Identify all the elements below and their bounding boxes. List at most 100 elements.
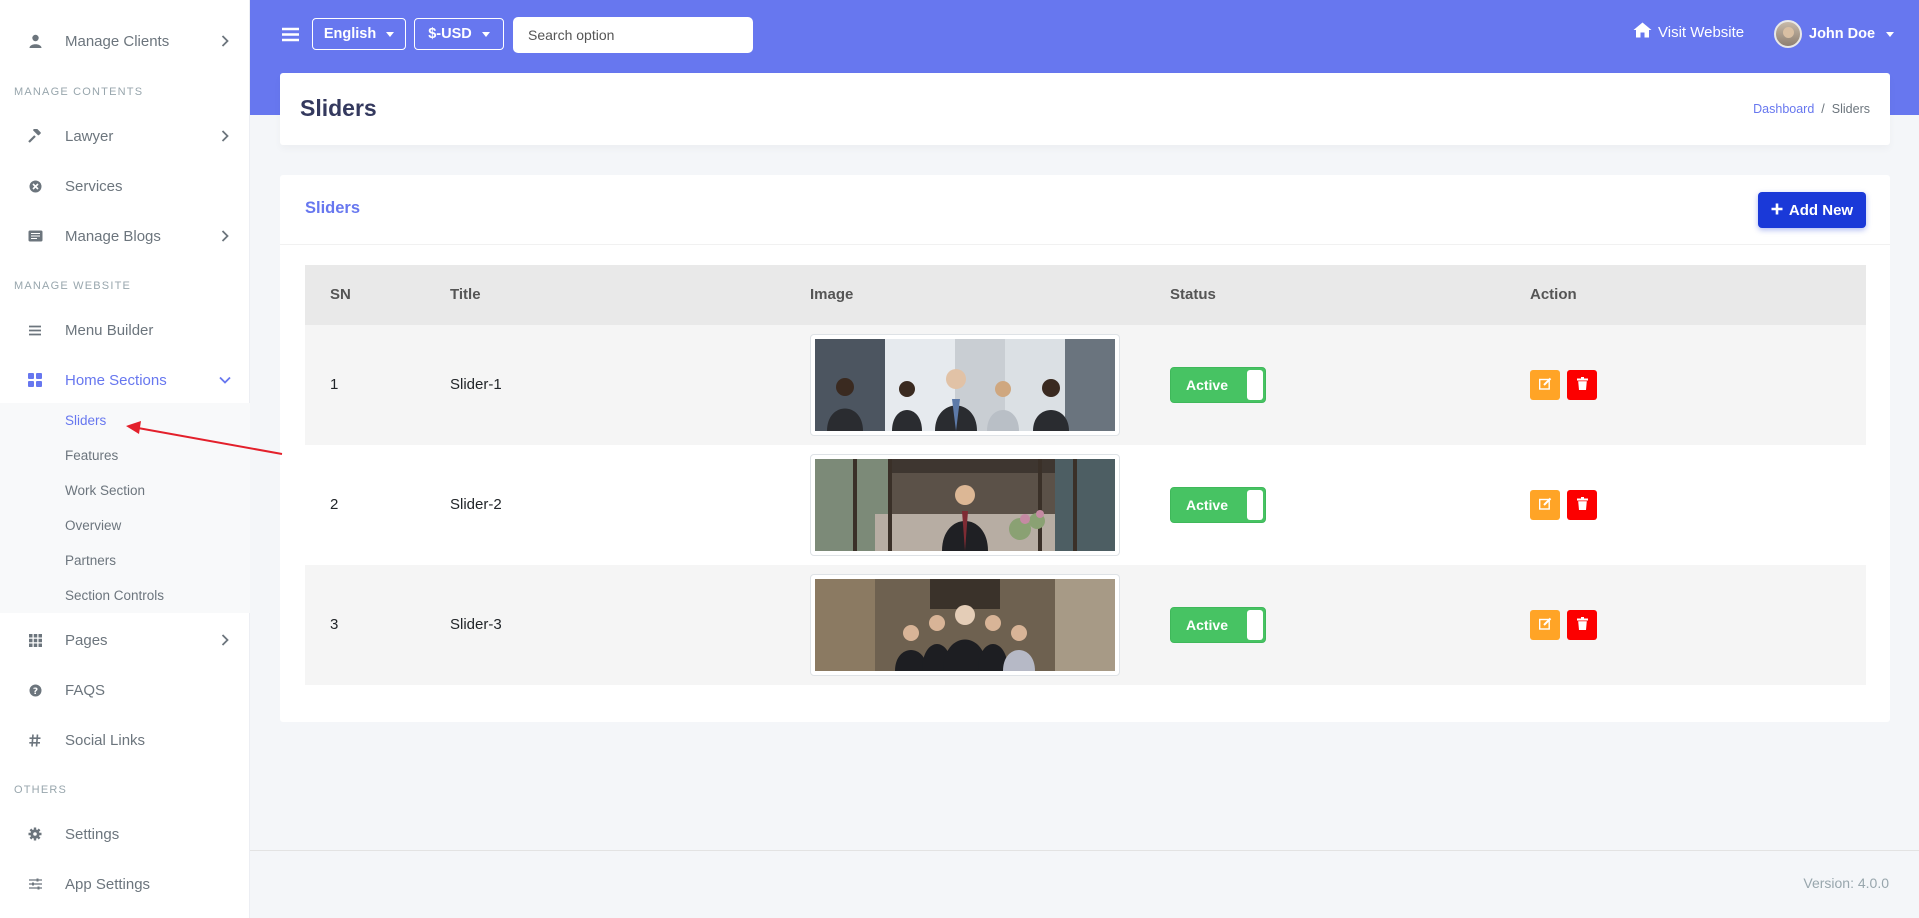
trash-icon <box>1576 376 1588 394</box>
sidebar-item-label: Menu Builder <box>65 321 154 339</box>
home-sections-submenu: Sliders Features Work Section Overview P… <box>0 403 250 613</box>
sidebar-item-manage-blogs[interactable]: Manage Blogs <box>0 214 250 258</box>
user-icon <box>26 32 44 50</box>
edit-button[interactable] <box>1530 610 1560 640</box>
card-title: Sliders <box>305 199 361 217</box>
sidebar-item-social-links[interactable]: Social Links <box>0 718 250 762</box>
sidebar-item-home-sections[interactable]: Home Sections <box>0 358 250 402</box>
sidebar-item-label: Services <box>65 177 123 195</box>
sidebar-subitem-section-controls[interactable]: Section Controls <box>65 588 164 603</box>
sidebar-item-lawyer[interactable]: Lawyer <box>0 114 250 158</box>
breadcrumb-dashboard-link[interactable]: Dashboard <box>1753 102 1814 116</box>
sidebar-item-label: Social Links <box>65 731 146 749</box>
breadcrumb: Dashboard / Sliders <box>1753 102 1870 116</box>
sidebar-item-menu-builder[interactable]: Menu Builder <box>0 308 250 352</box>
cell-title: Slider-3 <box>450 616 502 633</box>
gear-icon <box>26 825 44 843</box>
cell-title: Slider-1 <box>450 376 502 393</box>
sidebar-subitem-work-section[interactable]: Work Section <box>65 483 145 498</box>
sidebar-item-faqs[interactable]: ? FAQS <box>0 668 250 712</box>
sidebar-item-pages[interactable]: Pages <box>0 618 250 662</box>
sidebar-item-label: Pages <box>65 631 108 649</box>
column-header-action: Action <box>1530 286 1577 303</box>
sidebar-item-label: Home Sections <box>65 371 167 389</box>
th-icon <box>26 631 44 649</box>
column-header-status: Status <box>1170 286 1216 303</box>
status-toggle[interactable]: Active <box>1170 367 1266 403</box>
column-header-image: Image <box>810 286 854 303</box>
add-new-label: Add New <box>1788 201 1854 219</box>
delete-button[interactable] <box>1567 370 1597 400</box>
currency-dropdown[interactable]: $-USD <box>414 18 504 50</box>
sidebar-item-app-settings[interactable]: App Settings <box>0 862 250 906</box>
times-circle-icon <box>26 177 44 195</box>
section-header-manage-website: MANAGE WEBSITE <box>14 280 132 292</box>
edit-icon <box>1538 617 1552 634</box>
version-text: Version: 4.0.0 <box>1803 875 1889 891</box>
question-circle-icon: ? <box>26 681 44 699</box>
status-label: Active <box>1185 497 1229 513</box>
visit-website-link[interactable]: Visit Website <box>1633 22 1744 42</box>
cell-sn: 1 <box>330 376 339 393</box>
gavel-icon <box>26 127 44 145</box>
page-title: Sliders <box>300 95 377 121</box>
trash-icon <box>1576 616 1588 634</box>
edit-button[interactable] <box>1530 490 1560 520</box>
newspaper-icon <box>26 227 44 245</box>
page-header: Sliders Dashboard / Sliders <box>280 73 1890 145</box>
trash-icon <box>1576 496 1588 514</box>
add-new-button[interactable]: Add New <box>1758 192 1866 228</box>
status-toggle[interactable]: Active <box>1170 607 1266 643</box>
edit-button[interactable] <box>1530 370 1560 400</box>
sidebar-subitem-sliders[interactable]: Sliders <box>65 413 106 428</box>
language-label: English <box>323 26 377 42</box>
avatar <box>1774 20 1802 48</box>
toggle-knob <box>1247 370 1263 400</box>
sliders-icon <box>26 875 44 893</box>
slider-image <box>810 574 1120 676</box>
plus-icon <box>1771 202 1783 219</box>
delete-button[interactable] <box>1567 610 1597 640</box>
toggle-knob <box>1247 610 1263 640</box>
sidebar-item-services[interactable]: Services <box>0 164 250 208</box>
table-header: SN Title Image Status Action <box>305 265 1866 325</box>
bars-icon <box>26 321 44 339</box>
currency-label: $-USD <box>428 26 472 42</box>
edit-icon <box>1538 377 1552 394</box>
sidebar-item-label: Manage Clients <box>65 32 170 50</box>
card-header: Sliders Add New <box>280 175 1890 245</box>
sidebar-item-label: App Settings <box>65 875 151 893</box>
breadcrumb-current: Sliders <box>1831 102 1870 116</box>
cell-sn: 3 <box>330 616 339 633</box>
sidebar-subitem-partners[interactable]: Partners <box>65 553 116 568</box>
caret-down-icon <box>386 31 395 37</box>
svg-text:?: ? <box>32 687 37 697</box>
sidebar-item-label: Lawyer <box>65 127 114 145</box>
sidebar-item-label: Settings <box>65 825 120 843</box>
delete-button[interactable] <box>1567 490 1597 520</box>
user-name: John Doe <box>1809 26 1876 42</box>
section-header-others: OTHERS <box>14 784 68 796</box>
chevron-right-icon <box>218 229 232 243</box>
language-dropdown[interactable]: English <box>312 18 406 50</box>
caret-down-icon <box>1886 31 1895 37</box>
bars-icon[interactable] <box>280 24 300 44</box>
sidebar-subitem-features[interactable]: Features <box>65 448 118 463</box>
caret-down-icon <box>481 31 490 37</box>
status-toggle[interactable]: Active <box>1170 487 1266 523</box>
chevron-right-icon <box>218 633 232 647</box>
status-label: Active <box>1185 377 1229 393</box>
sidebar-subitem-overview[interactable]: Overview <box>65 518 121 533</box>
sidebar-item-label: FAQS <box>65 681 106 699</box>
sidebar-item-manage-clients[interactable]: Manage Clients <box>0 19 250 63</box>
sidebar-item-settings[interactable]: Settings <box>0 812 250 856</box>
table-row: 1 Slider-1 Active <box>305 325 1866 445</box>
user-menu[interactable]: John Doe <box>1774 20 1895 48</box>
table-row: 3 Slider-3 Active <box>305 565 1866 685</box>
search-input[interactable] <box>513 17 753 53</box>
sliders-card: Sliders Add New SN Title Image Status Ac… <box>280 175 1890 722</box>
visit-website-label: Visit Website <box>1658 23 1745 41</box>
th-large-icon <box>26 371 44 389</box>
column-header-title: Title <box>450 286 481 303</box>
footer: Version: 4.0.0 <box>250 850 1919 918</box>
